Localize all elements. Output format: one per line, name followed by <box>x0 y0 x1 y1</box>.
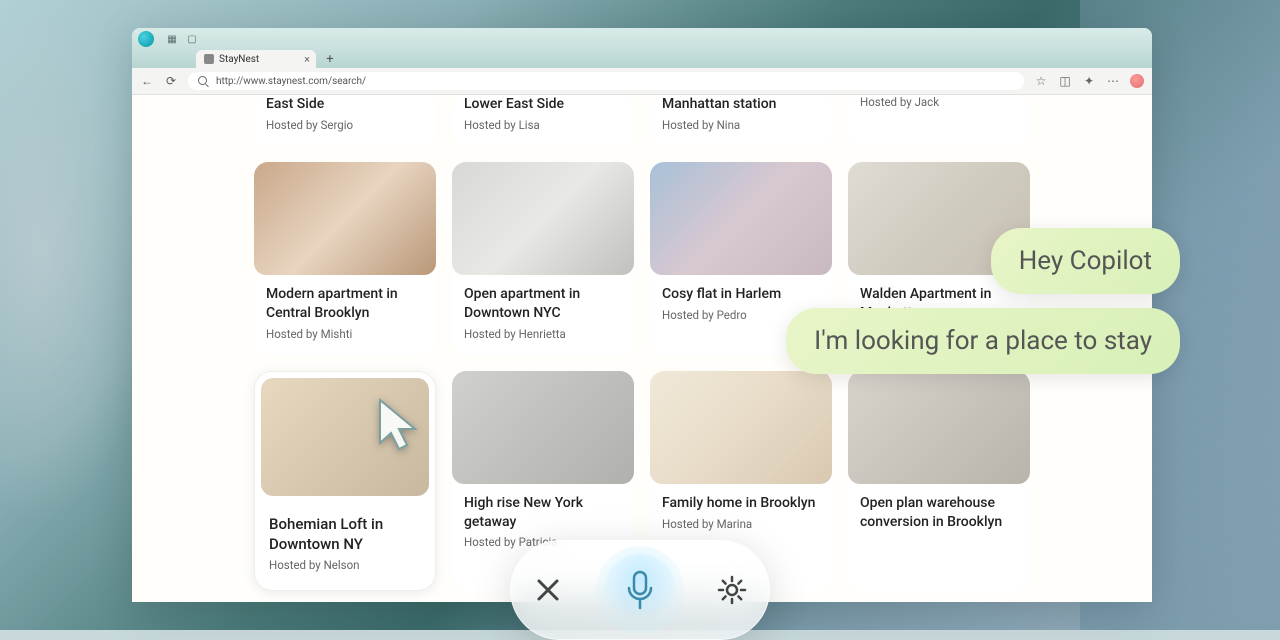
listing-image <box>848 371 1030 484</box>
copilot-greeting-text: Hey Copilot <box>1019 246 1152 276</box>
url-text: http://www.staynest.com/search/ <box>216 76 366 87</box>
split-icon[interactable]: ◫ <box>1058 74 1072 88</box>
back-button[interactable]: ← <box>140 74 154 88</box>
copilot-dock <box>510 540 770 640</box>
browser-titlebar: ▦ ▢ <box>132 28 1152 50</box>
listing-title: Family home in Brooklyn <box>662 494 820 513</box>
listing-card[interactable]: Lower East Side Hosted by Lisa <box>452 95 634 146</box>
listing-title: Cosy flat in Harlem <box>662 285 820 304</box>
star-icon[interactable]: ☆ <box>1034 74 1048 88</box>
tab-bar: StayNest × + <box>132 50 1152 68</box>
listing-host: Hosted by Jack <box>860 95 1018 109</box>
copilot-bubble-request: I'm looking for a place to stay <box>786 308 1180 374</box>
listing-card[interactable]: Manhattan station Hosted by Nina <box>650 95 832 146</box>
url-bar: ← ⟳ http://www.staynest.com/search/ ☆ ◫ … <box>132 68 1152 95</box>
tab-actions-icon[interactable]: ▢ <box>185 32 199 46</box>
listing-title: Bohemian Loft in Downtown NY <box>269 514 421 555</box>
listing-card[interactable]: Open plan warehouse conversion in Brookl… <box>848 371 1030 592</box>
copilot-bubble-greeting: Hey Copilot <box>991 228 1180 294</box>
search-icon <box>198 76 208 86</box>
edge-icon <box>138 31 154 47</box>
listing-host: Hosted by Marina <box>662 517 820 531</box>
browser-tab[interactable]: StayNest × <box>196 50 316 68</box>
settings-button[interactable] <box>712 570 752 610</box>
listing-card-highlighted[interactable]: Bohemian Loft in Downtown NY Hosted by N… <box>254 371 436 592</box>
tab-title: StayNest <box>219 54 259 65</box>
address-bar[interactable]: http://www.staynest.com/search/ <box>188 72 1024 90</box>
refresh-button[interactable]: ⟳ <box>164 74 178 88</box>
listing-card[interactable]: Hosted by Jack <box>848 95 1030 146</box>
listing-card[interactable]: East Side Hosted by Sergio <box>254 95 436 146</box>
tab-favicon <box>204 54 214 64</box>
listing-host: Hosted by Nina <box>662 118 820 132</box>
more-icon[interactable]: ⋯ <box>1106 74 1120 88</box>
listing-image <box>261 378 429 496</box>
listing-title: Lower East Side <box>464 95 622 114</box>
profile-avatar[interactable] <box>1130 74 1144 88</box>
copilot-request-text: I'm looking for a place to stay <box>814 326 1152 356</box>
listing-host: Hosted by Nelson <box>269 558 421 572</box>
listing-image <box>650 371 832 484</box>
close-button[interactable] <box>528 570 568 610</box>
listing-title: Modern apartment in Central Brooklyn <box>266 285 424 323</box>
workspace-icon[interactable]: ▦ <box>165 32 179 46</box>
listing-host: Hosted by Lisa <box>464 118 622 132</box>
listing-image <box>452 371 634 484</box>
new-tab-button[interactable]: + <box>320 50 340 68</box>
listing-title: East Side <box>266 95 424 114</box>
listing-host: Hosted by Mishti <box>266 327 424 341</box>
listing-image <box>650 162 832 275</box>
listing-title: Manhattan station <box>662 95 820 114</box>
close-tab-icon[interactable]: × <box>304 53 310 66</box>
listing-title: Open apartment in Downtown NYC <box>464 285 622 323</box>
favorites-icon[interactable]: ✦ <box>1082 74 1096 88</box>
listing-host: Hosted by Henrietta <box>464 327 622 341</box>
listing-title: Open plan warehouse conversion in Brookl… <box>860 494 1018 532</box>
listing-host: Hosted by Sergio <box>266 118 424 132</box>
microphone-button[interactable] <box>596 546 684 634</box>
listing-image <box>452 162 634 275</box>
listing-card[interactable]: Open apartment in Downtown NYC Hosted by… <box>452 162 634 355</box>
listing-card[interactable]: Modern apartment in Central Brooklyn Hos… <box>254 162 436 355</box>
listing-image <box>254 162 436 275</box>
listing-title: High rise New York getaway <box>464 494 622 532</box>
